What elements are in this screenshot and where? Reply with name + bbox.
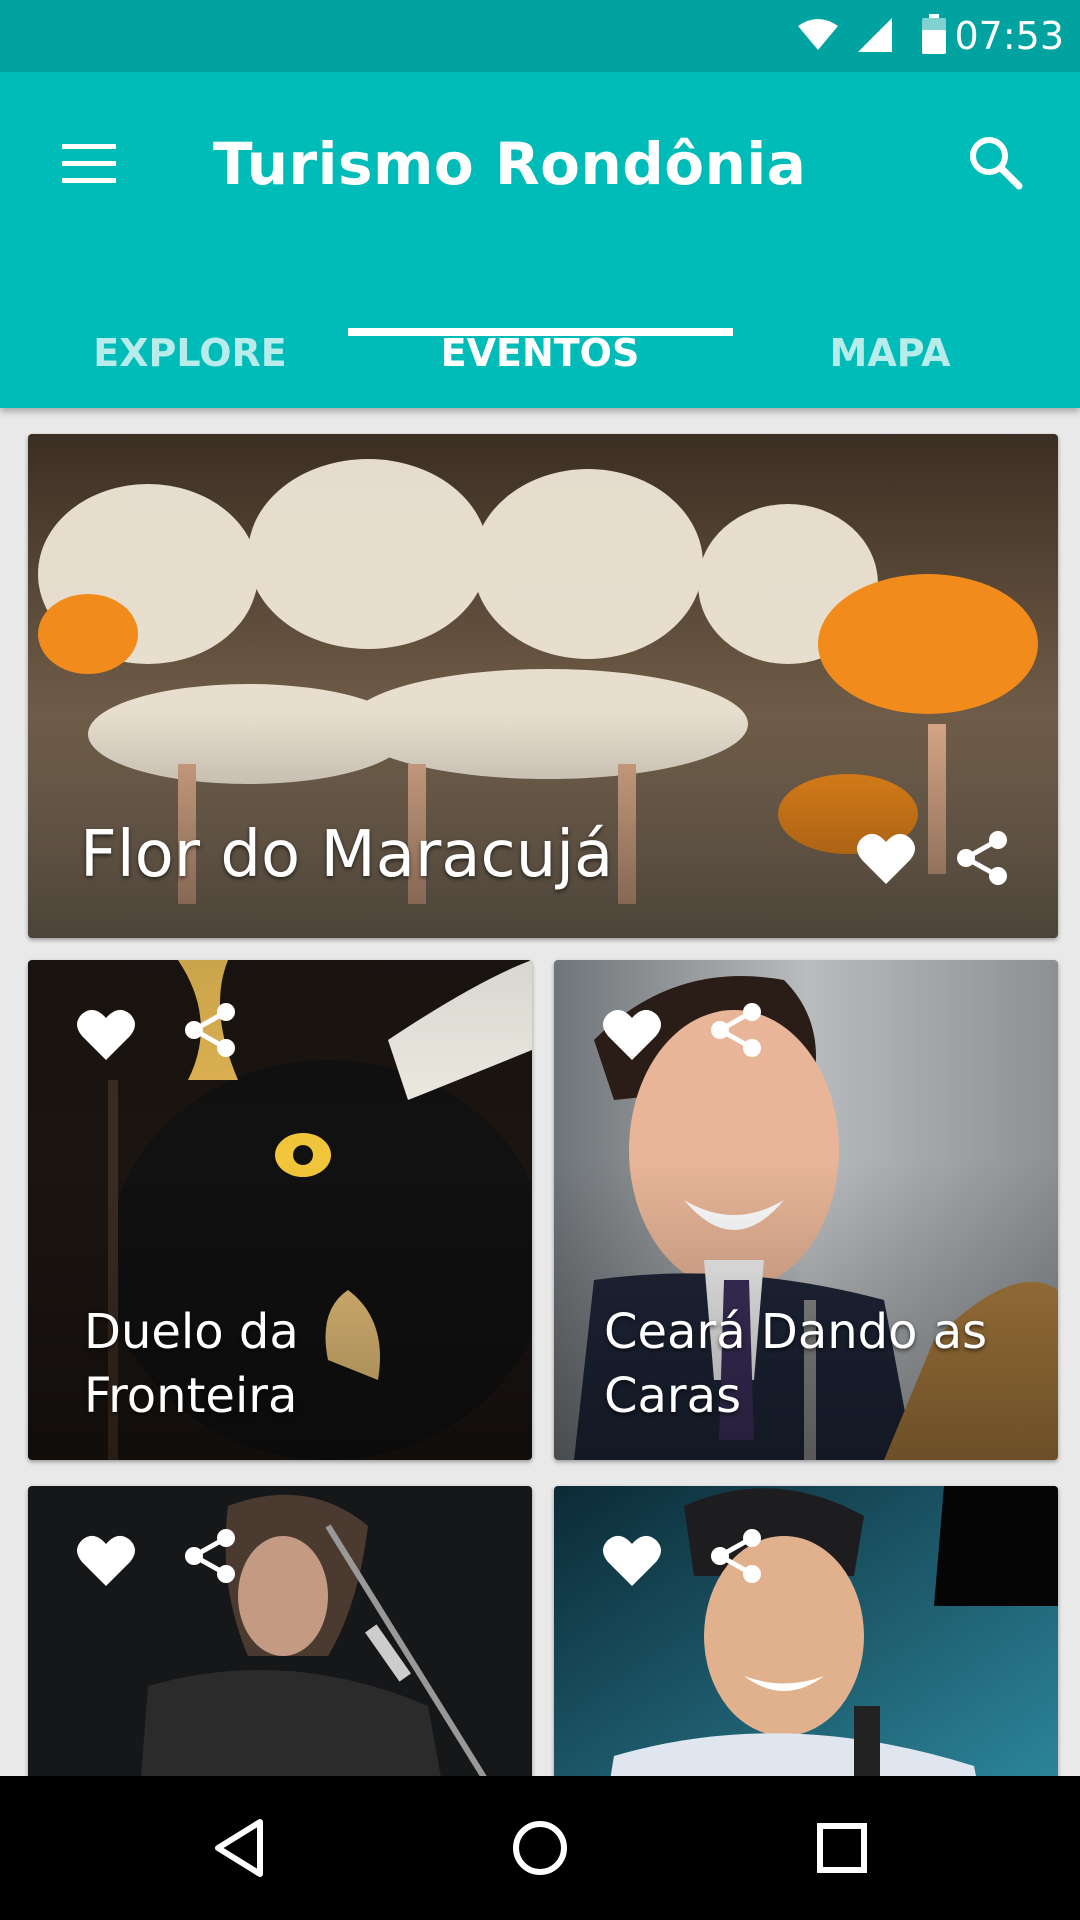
battery-icon [922, 14, 946, 54]
event-card[interactable]: Duelo da Fronteira [28, 960, 532, 1460]
app-bar: Turismo Rondônia EXPLORE EVENTOS MAPA [0, 72, 1080, 408]
tab-eventos[interactable]: EVENTOS [365, 298, 715, 408]
system-nav-bar [0, 1776, 1080, 1920]
home-icon[interactable] [504, 1812, 576, 1884]
status-time: 07:53 [954, 14, 1064, 58]
event-title: Duelo da Fronteira [84, 1304, 299, 1424]
search-icon[interactable] [965, 132, 1025, 192]
event-title: Flor do Maracujá [80, 818, 614, 892]
status-bar: 07:53 [0, 0, 1080, 72]
event-title: Ceará Dando as Caras [604, 1304, 988, 1424]
heart-icon[interactable] [602, 1006, 662, 1062]
share-icon[interactable] [180, 1528, 240, 1584]
signal-icon [858, 18, 892, 52]
event-card[interactable]: Flor do Maracujá [28, 434, 1058, 938]
heart-icon[interactable] [856, 830, 916, 886]
share-icon[interactable] [952, 830, 1012, 886]
back-icon[interactable] [204, 1812, 276, 1884]
share-icon[interactable] [706, 1528, 766, 1584]
menu-icon[interactable] [62, 144, 116, 184]
heart-icon[interactable] [602, 1532, 662, 1588]
tab-mapa[interactable]: MAPA [715, 298, 1065, 408]
event-card[interactable] [28, 1486, 532, 1816]
heart-icon[interactable] [76, 1006, 136, 1062]
heart-icon[interactable] [76, 1532, 136, 1588]
event-card[interactable] [554, 1486, 1058, 1816]
tab-bar: EXPLORE EVENTOS MAPA [0, 298, 1080, 408]
tab-explore[interactable]: EXPLORE [15, 298, 365, 408]
app-title: Turismo Rondônia [213, 130, 807, 198]
wifi-icon [798, 19, 838, 50]
tab-indicator [348, 328, 733, 336]
share-icon[interactable] [180, 1002, 240, 1058]
share-icon[interactable] [706, 1002, 766, 1058]
recents-icon[interactable] [806, 1812, 878, 1884]
event-card[interactable]: Ceará Dando as Caras [554, 960, 1058, 1460]
